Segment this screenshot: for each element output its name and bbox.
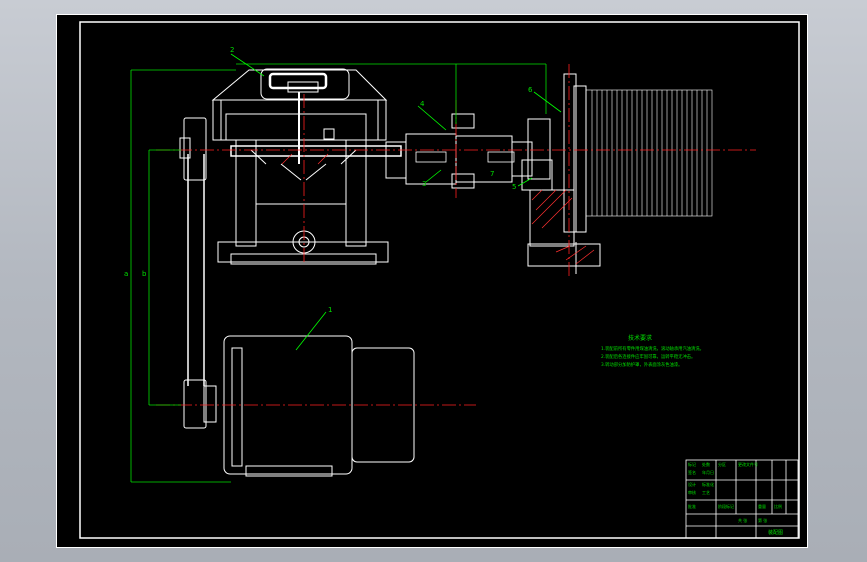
tb-cell-7: 设计: [688, 481, 696, 487]
tb-cell-14: 比例: [774, 503, 782, 509]
tb-cell-2: 处数: [702, 461, 710, 467]
tb-cell-13: 重量: [758, 503, 766, 509]
part-label-2: 2: [230, 46, 234, 54]
part-label-7: 7: [490, 170, 494, 178]
spring-coil-drum: [585, 89, 713, 217]
tb-cell-5: 签名: [688, 469, 696, 475]
notes-line-2: 2.装配后各连接件应牢固可靠，运转平稳无冲击。: [601, 353, 695, 360]
tb-drawing-name: 装配图: [768, 529, 783, 536]
tb-cell-15: 共 张: [738, 517, 747, 523]
notes-line-1: 1.装配前所有零件用煤油清洗，滚动轴承用汽油清洗。: [601, 345, 704, 352]
callout-leaders: [230, 53, 562, 351]
shaft-coupling: [385, 113, 533, 189]
dimension-label-a: a: [124, 270, 128, 278]
cad-drawing-sheet: 2 4 3 6 5 1 7 a b 技术要求 1.装配前所有零件用煤油清洗，滚动…: [56, 14, 808, 548]
title-block-text: 标记 处数 分区 更改文件号 签名 年月日 设计 标准化 审核 工艺 批准 阶段…: [688, 461, 783, 536]
tb-cell-8: 标准化: [702, 481, 714, 487]
notes-line-3: 3.转动部分加防护罩，外表面涂灰色油漆。: [601, 361, 682, 368]
technical-notes: 技术要求 1.装配前所有零件用煤油清洗，滚动轴承用汽油清洗。 2.装配后各连接件…: [601, 334, 704, 368]
part-label-3: 3: [422, 180, 426, 188]
tb-cell-6: 年月日: [702, 469, 714, 475]
notes-title: 技术要求: [628, 334, 652, 342]
outer-frame: [56, 14, 808, 548]
tb-cell-9: 审核: [688, 489, 696, 495]
part-label-5: 5: [512, 183, 516, 191]
tb-cell-11: 批准: [688, 503, 696, 509]
gearbox-assembly: [211, 68, 402, 265]
part-label-1: 1: [328, 306, 332, 314]
tb-cell-1: 标记: [688, 461, 696, 467]
dimension-lines: [130, 63, 547, 483]
part-label-6: 6: [528, 86, 533, 94]
bearing-support: [521, 73, 601, 274]
tb-cell-16: 第 张: [758, 517, 767, 523]
electric-motor: [223, 335, 415, 477]
section-hatching: [281, 153, 595, 265]
tb-cell-12: 阶段标记: [718, 503, 734, 509]
tb-cell-3: 分区: [718, 461, 726, 467]
tb-cell-4: 更改文件号: [738, 461, 758, 467]
tb-cell-10: 工艺: [702, 490, 710, 495]
dimension-label-b: b: [142, 270, 147, 278]
belt-drive: [179, 117, 217, 429]
part-label-4: 4: [420, 100, 425, 108]
